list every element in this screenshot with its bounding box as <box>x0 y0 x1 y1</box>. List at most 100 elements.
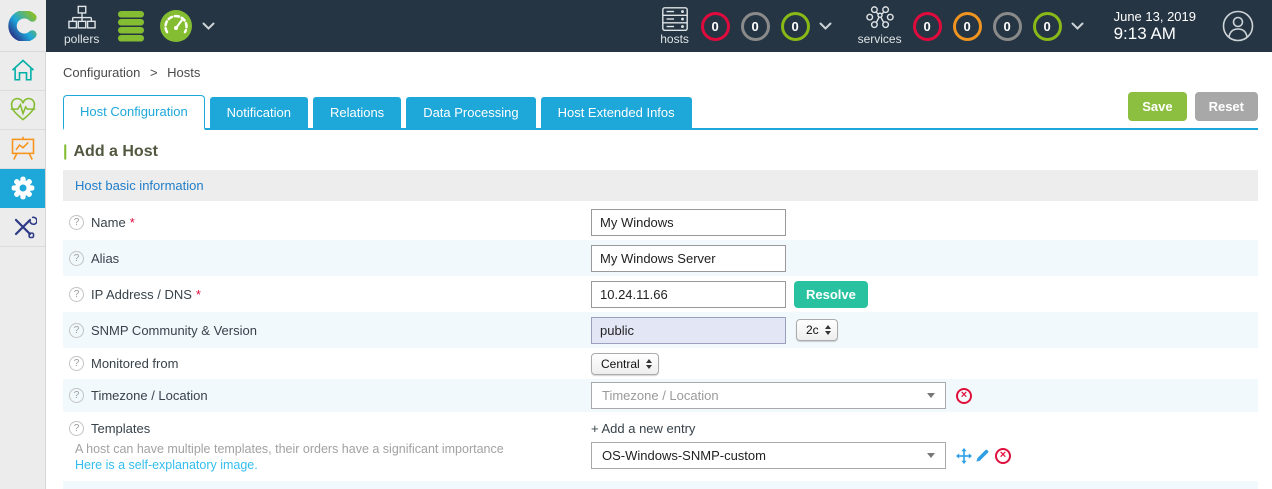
centreon-app: pollers <box>0 0 1272 489</box>
tab-host-configuration[interactable]: Host Configuration <box>63 95 205 130</box>
sidebar-item-home[interactable] <box>0 52 45 91</box>
template-delete-icon[interactable]: × <box>995 448 1011 464</box>
alias-input[interactable] <box>591 245 786 272</box>
template-selected-value: OS-Windows-SNMP-custom <box>602 448 766 463</box>
name-label: Name <box>91 215 126 230</box>
help-icon[interactable]: ? <box>69 215 84 230</box>
ip-label-cell: ? IP Address / DNS * <box>63 287 591 302</box>
services-critical-counter[interactable]: 0 <box>913 12 942 41</box>
move-icon[interactable] <box>956 448 972 464</box>
edit-pencil-icon[interactable] <box>975 448 990 463</box>
chevron-down-icon <box>927 393 935 398</box>
services-unknown-counter[interactable]: 0 <box>993 12 1022 41</box>
timezone-clear-icon[interactable]: × <box>956 388 972 404</box>
help-icon[interactable]: ? <box>69 388 84 403</box>
required-asterisk: * <box>196 287 201 302</box>
poller-chevron-down-icon[interactable] <box>202 22 215 31</box>
main-content: Configuration > Hosts Host Configuration… <box>46 52 1272 489</box>
hosts-menu[interactable]: hosts <box>660 6 690 46</box>
chevron-down-icon <box>927 453 935 458</box>
select-spinner-icon <box>825 325 831 335</box>
section-host-basic-information: Host basic information <box>63 170 1258 201</box>
user-icon <box>1222 10 1254 42</box>
tab-relations[interactable]: Relations <box>313 97 401 128</box>
reporting-chart-icon <box>9 135 37 163</box>
snmp-version-select[interactable]: 2c <box>796 319 838 341</box>
reset-button[interactable]: Reset <box>1195 92 1258 121</box>
help-icon[interactable]: ? <box>69 356 84 371</box>
top-header: pollers <box>0 0 1272 52</box>
tab-data-processing[interactable]: Data Processing <box>406 97 535 128</box>
hosts-critical-counter[interactable]: 0 <box>701 12 730 41</box>
monitored-from-value: Central <box>601 357 640 371</box>
save-button[interactable]: Save <box>1128 92 1186 121</box>
help-icon[interactable]: ? <box>69 323 84 338</box>
title-accent-bar: | <box>63 143 67 160</box>
hosts-ok-count: 0 <box>791 19 798 34</box>
breadcrumb-section[interactable]: Configuration <box>63 65 140 80</box>
home-icon <box>9 57 37 85</box>
user-menu[interactable] <box>1222 10 1254 42</box>
tab-host-extended-infos[interactable]: Host Extended Infos <box>541 97 692 128</box>
database-icon <box>115 10 147 42</box>
hosts-chevron-down-icon[interactable] <box>819 22 832 31</box>
template-row-actions: × <box>956 448 1014 464</box>
monitored-from-select[interactable]: Central <box>591 353 659 375</box>
hosts-ok-counter[interactable]: 0 <box>781 12 810 41</box>
templates-label: Templates <box>91 421 150 436</box>
hosts-status-group: hosts 0 0 0 <box>660 6 832 46</box>
services-ok-count: 0 <box>1043 19 1050 34</box>
help-icon[interactable]: ? <box>69 251 84 266</box>
timezone-placeholder: Timezone / Location <box>602 388 719 403</box>
services-status-group: services 0 0 0 0 <box>858 5 1084 46</box>
sidebar-item-administration[interactable] <box>0 208 45 247</box>
services-menu[interactable]: services <box>858 5 902 46</box>
templates-help-text: A host can have multiple templates, thei… <box>69 442 504 473</box>
tab-notification[interactable]: Notification <box>210 97 308 128</box>
breadcrumb: Configuration > Hosts <box>63 52 1258 84</box>
tab-actions: Save Reset <box>1128 92 1258 128</box>
form-row-templates-entry: A host can have multiple templates, thei… <box>63 438 1258 481</box>
tab-bar: Host Configuration Notification Relation… <box>63 92 1258 130</box>
ip-input[interactable] <box>591 281 786 308</box>
centreon-logo-icon <box>8 11 38 41</box>
templates-add-cell: + Add a new entry <box>591 421 1258 436</box>
services-chevron-down-icon[interactable] <box>1071 22 1084 31</box>
resolve-button[interactable]: Resolve <box>794 281 868 308</box>
pollers-menu[interactable]: pollers <box>64 5 99 46</box>
pollers-label: pollers <box>64 33 99 46</box>
breadcrumb-page[interactable]: Hosts <box>167 65 200 80</box>
snmp-input-cell: 2c <box>591 317 1258 344</box>
form-row-monitored-from: ? Monitored from Central <box>63 348 1258 379</box>
services-warning-counter[interactable]: 0 <box>953 12 982 41</box>
hosts-unknown-count: 0 <box>751 19 758 34</box>
sidebar <box>0 52 46 489</box>
help-icon[interactable]: ? <box>69 421 84 436</box>
database-status[interactable] <box>115 10 147 42</box>
sidebar-item-configuration[interactable] <box>0 169 45 208</box>
sidebar-item-monitoring[interactable] <box>0 91 45 130</box>
name-input[interactable] <box>591 209 786 236</box>
timezone-select[interactable]: Timezone / Location <box>591 382 946 409</box>
alias-input-cell <box>591 245 1258 272</box>
centreon-logo[interactable] <box>0 0 46 52</box>
templates-help-link[interactable]: Here is a self-explanatory image. <box>75 458 258 472</box>
timezone-label: Timezone / Location <box>91 388 208 403</box>
clock: June 13, 2019 9:13 AM <box>1114 9 1196 44</box>
latency-status[interactable] <box>159 9 193 43</box>
hosts-critical-count: 0 <box>711 19 718 34</box>
template-select[interactable]: OS-Windows-SNMP-custom <box>591 442 946 469</box>
form-row-templates: ? Templates + Add a new entry <box>63 412 1258 438</box>
services-ok-counter[interactable]: 0 <box>1033 12 1062 41</box>
snmp-community-input[interactable] <box>591 317 786 344</box>
gauge-icon <box>159 9 193 43</box>
page-title: |Add a Host <box>63 143 1258 161</box>
hosts-unknown-counter[interactable]: 0 <box>741 12 770 41</box>
services-label: services <box>858 33 902 46</box>
sidebar-item-reporting[interactable] <box>0 130 45 169</box>
help-icon[interactable]: ? <box>69 287 84 302</box>
monitored-from-label: Monitored from <box>91 356 178 371</box>
form-row-snmp: ? SNMP Community & Version 2c <box>63 312 1258 348</box>
ip-label: IP Address / DNS <box>91 287 192 302</box>
add-new-entry-link[interactable]: + Add a new entry <box>591 421 695 436</box>
